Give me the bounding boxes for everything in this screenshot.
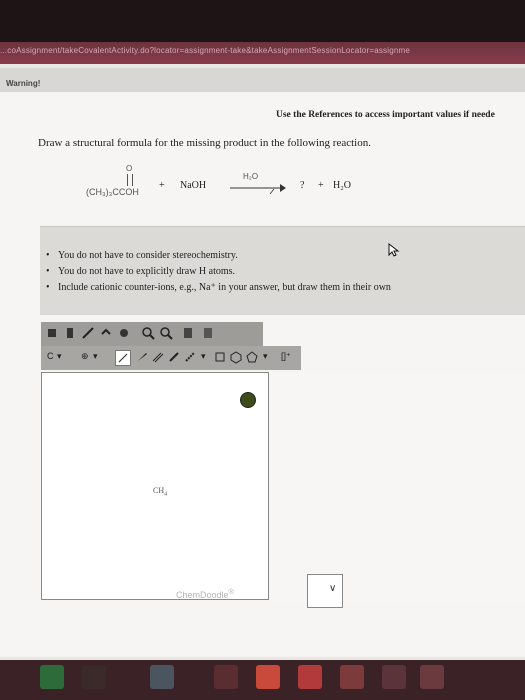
zoom-out-icon[interactable] (159, 326, 173, 340)
dashed-bond-icon[interactable] (183, 350, 197, 364)
warning-label: Warning! (6, 79, 41, 88)
atom-dropdown-icon[interactable]: ▾ (57, 351, 62, 362)
plus-sign: + (159, 180, 165, 191)
ch4-label: CH4 (153, 486, 168, 498)
double-bond (127, 174, 133, 186)
note-item: • You do not have to consider stereochemi… (46, 250, 238, 261)
ring-6-icon[interactable] (229, 350, 243, 364)
note-item: • Include cationic counter-ions, e.g., Na… (46, 282, 391, 293)
zoom-in-icon[interactable] (141, 326, 155, 340)
bond-dropdown-icon[interactable]: ▾ (201, 351, 206, 362)
chevron-down-icon: ∨ (329, 583, 337, 594)
warning-bar (0, 68, 525, 92)
browser-address-bar[interactable]: ...coAssignment/takeCovalentActivity.do?… (0, 42, 525, 64)
chrome-icon[interactable] (150, 665, 174, 689)
charge-dropdown-icon[interactable]: ▾ (93, 351, 98, 362)
reaction-arrow-icon (230, 184, 286, 194)
bracket-button[interactable]: []⁺ (281, 351, 291, 362)
answer-select[interactable]: ∨ (307, 574, 343, 608)
taskbar-app-icon[interactable] (382, 665, 406, 689)
charge-button[interactable]: ⊕ (81, 351, 89, 362)
references-link[interactable]: Use the References to access important v… (276, 110, 495, 120)
answer-area-background (269, 372, 525, 602)
taskbar-app-icon[interactable] (420, 665, 444, 689)
ring-5-icon[interactable] (245, 350, 259, 364)
solvent-label: H₂O (243, 172, 259, 181)
carbonyl-oxygen: O (126, 164, 133, 173)
missing-product: ? (300, 180, 305, 191)
chemdoodle-watermark: ChemDoodle® (176, 587, 235, 600)
single-bond-icon[interactable] (115, 350, 131, 366)
lasso-icon[interactable] (63, 326, 77, 340)
product-water: H₂O (333, 180, 351, 191)
url-text: ...coAssignment/takeCovalentActivity.do?… (0, 46, 411, 55)
redo-icon[interactable] (117, 326, 131, 340)
drawing-toolbar-bottom: C ▾ ⊕ ▾ ▾ ▾ []⁺ (41, 346, 301, 370)
note-item: • You do not have to explicitly draw H at… (46, 266, 236, 277)
plus-sign-2: + (318, 180, 324, 191)
ring-3-icon[interactable] (213, 350, 227, 364)
triple-bond-icon[interactable] (167, 350, 181, 364)
undo-icon[interactable] (99, 326, 113, 340)
reagent-naoh: NaOH (180, 180, 207, 191)
question-text: Draw a structural formula for the missin… (38, 137, 371, 149)
help-icon[interactable] (240, 392, 256, 408)
carbon-atom-button[interactable]: C (47, 351, 54, 361)
eraser-icon[interactable] (45, 326, 59, 340)
taskbar-app-icon[interactable] (256, 665, 280, 689)
ring-dropdown-icon[interactable]: ▾ (263, 351, 268, 362)
label-icon[interactable] (201, 326, 215, 340)
reactant-acid: (CH₃)₃CCOH (86, 187, 139, 197)
taskbar-app-icon[interactable] (214, 665, 238, 689)
excel-icon[interactable] (40, 665, 64, 689)
taskbar-app-icon[interactable] (340, 665, 364, 689)
taskbar-app-icon[interactable] (298, 665, 322, 689)
cursor-icon (388, 243, 400, 257)
pencil-icon[interactable] (81, 326, 95, 340)
double-bond-icon[interactable] (151, 350, 165, 364)
clean-icon[interactable] (181, 326, 195, 340)
taskbar-app-icon[interactable] (82, 665, 106, 689)
wedge-bond-icon[interactable] (135, 350, 149, 364)
drawing-toolbar-top (41, 322, 263, 346)
